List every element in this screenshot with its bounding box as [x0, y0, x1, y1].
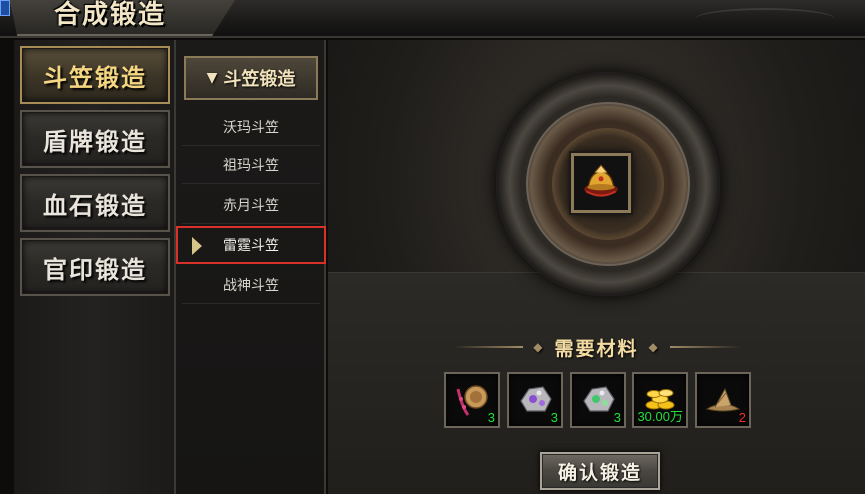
golden-helmet-icon [584, 164, 618, 197]
result-item-slot[interactable] [571, 153, 631, 213]
selection-pointer-icon [192, 237, 202, 255]
material-slot[interactable]: 3 [507, 372, 563, 428]
material-slot[interactable]: 2 [695, 372, 751, 428]
gem-bead-icon [456, 385, 488, 416]
recipe-item-selected[interactable]: 雷霆斗笠 [176, 226, 326, 264]
material-count: 3 [487, 410, 495, 425]
material-count: 30.00万 [637, 409, 683, 424]
recipe-item[interactable]: 赤月斗笠 [182, 186, 320, 224]
ornament-diamond-icon: ◆ [648, 340, 660, 354]
tab-hat-forge[interactable]: 斗笠锻造 [20, 46, 170, 104]
tab-seal-forge[interactable]: 官印锻造 [20, 238, 170, 296]
materials-title-label: 需要材料 [554, 337, 639, 360]
ornament-diamond-icon: ◆ [533, 340, 545, 354]
material-slot[interactable]: 3 [444, 372, 500, 428]
forge-main-panel: ◆ 需要材料 ◆ 3 3 3 30.00万 2 确认锻造 [328, 40, 865, 494]
straw-hat-icon [705, 387, 741, 412]
window-title: 合成锻造 [54, 0, 167, 30]
recipe-item[interactable]: 战神斗笠 [182, 266, 320, 304]
recipe-item[interactable]: 祖玛斗笠 [182, 146, 320, 184]
confirm-forge-button[interactable]: 确认锻造 [540, 452, 660, 490]
material-slot[interactable]: 3 [570, 372, 626, 428]
window-corner-icon [0, 0, 10, 16]
forge-window: 合成锻造 斗笠锻造 盾牌锻造 血石锻造 官印锻造 ▼ 斗笠锻造 沃玛斗笠 祖玛斗… [0, 0, 865, 494]
silver-ore-purple-icon [520, 386, 552, 412]
tab-bloodstone-forge[interactable]: 血石锻造 [20, 174, 170, 232]
material-count: 3 [550, 410, 558, 425]
silver-ore-green-icon [583, 386, 615, 412]
category-tab-column: 斗笠锻造 盾牌锻造 血石锻造 官印锻造 [14, 40, 176, 494]
chevron-down-icon: ▼ [206, 70, 218, 86]
recipe-list-header-label: 斗笠锻造 [223, 69, 296, 90]
title-bar: 合成锻造 [0, 0, 865, 38]
material-count: 3 [613, 410, 621, 425]
recipe-list-header[interactable]: ▼ 斗笠锻造 [184, 56, 318, 100]
tab-shield-forge[interactable]: 盾牌锻造 [20, 110, 170, 168]
recipe-item-label: 雷霆斗笠 [223, 238, 279, 254]
recipe-item[interactable]: 沃玛斗笠 [182, 108, 320, 146]
recipe-list: ▼ 斗笠锻造 沃玛斗笠 祖玛斗笠 赤月斗笠 雷霆斗笠 战神斗笠 [176, 40, 326, 494]
material-count-insufficient: 2 [738, 410, 746, 425]
material-slot[interactable]: 30.00万 [632, 372, 688, 428]
title-ornament [695, 8, 835, 30]
ornament-right [669, 346, 740, 348]
ornament-left [453, 346, 524, 348]
materials-title: ◆ 需要材料 ◆ [328, 332, 865, 362]
